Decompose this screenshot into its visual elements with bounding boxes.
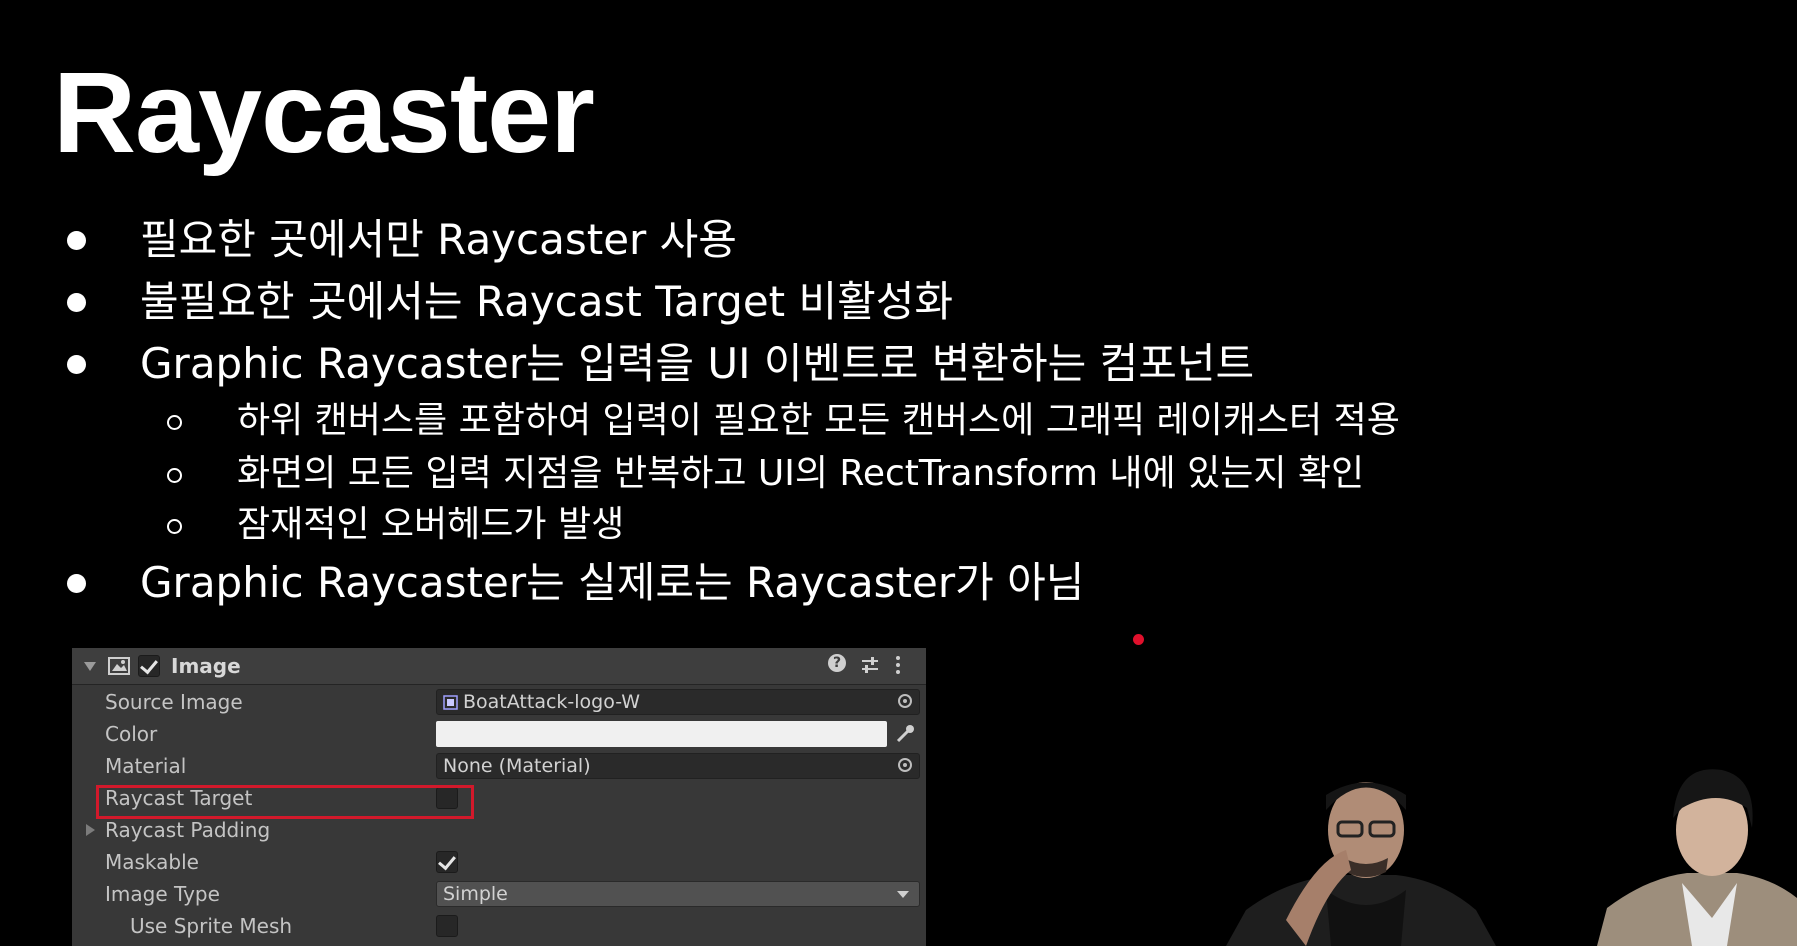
raycast-padding-label: Raycast Padding (105, 818, 271, 842)
bullet-text: 불필요한 곳에서는 Raycast Target 비활성화 (140, 277, 954, 326)
checkmark-icon (438, 851, 456, 871)
component-title: Image (171, 654, 241, 678)
checkmark-icon (140, 655, 158, 675)
help-icon[interactable]: ? (828, 654, 846, 672)
use-sprite-mesh-row: Use Sprite Mesh (72, 910, 926, 942)
use-sprite-mesh-label: Use Sprite Mesh (130, 914, 293, 938)
inspector-image-component: Image ? Source Image BoatAttack-logo-W C… (72, 648, 926, 946)
material-row: Material None (Material) (72, 750, 926, 782)
image-type-value: Simple (443, 883, 508, 905)
foldout-arrow-icon[interactable] (84, 662, 96, 672)
source-image-label: Source Image (105, 690, 243, 714)
bullet-text: Graphic Raycaster는 입력을 UI 이벤트로 변환하는 컴포넌트 (140, 339, 1255, 388)
image-type-row: Image Type Simple (72, 878, 926, 910)
material-value: None (Material) (443, 755, 591, 777)
sub-bullet-text: 하위 캔버스를 포함하여 입력이 필요한 모든 캔버스에 그래픽 레이캐스터 적… (237, 400, 1400, 441)
eyedropper-icon[interactable] (894, 723, 916, 745)
maskable-checkbox[interactable] (436, 851, 458, 873)
source-image-field[interactable]: BoatAttack-logo-W (436, 689, 920, 715)
sprite-icon (443, 695, 458, 710)
more-menu-icon[interactable] (894, 655, 902, 675)
component-enabled-checkbox[interactable] (138, 655, 160, 677)
object-picker-icon[interactable] (898, 694, 912, 708)
sub-bullet-circle-icon (167, 519, 182, 534)
color-label: Color (105, 722, 158, 746)
material-field[interactable]: None (Material) (436, 753, 920, 779)
maskable-row: Maskable (72, 846, 926, 878)
bullet-dot-icon (67, 355, 86, 374)
sub-bullet-circle-icon (167, 415, 182, 430)
laser-pointer-dot (1133, 634, 1144, 645)
bullet-dot-icon (67, 574, 86, 593)
source-image-row: Source Image BoatAttack-logo-W (72, 686, 926, 718)
component-header[interactable]: Image ? (72, 648, 926, 685)
sub-bullet-circle-icon (167, 468, 182, 483)
material-label: Material (105, 754, 187, 778)
sub-bullet-text: 잠재적인 오버헤드가 발생 (237, 504, 625, 545)
bullet-dot-icon (67, 293, 86, 312)
bullet-dot-icon (67, 231, 86, 250)
bullet-text: Graphic Raycaster는 실제로는 Raycaster가 아님 (140, 558, 1085, 607)
chevron-down-icon (897, 891, 909, 898)
image-component-icon (108, 657, 130, 675)
presets-icon[interactable] (860, 655, 880, 675)
object-picker-icon[interactable] (898, 758, 912, 772)
raycast-padding-row[interactable]: Raycast Padding (72, 814, 926, 846)
presenter-right-video (1597, 769, 1797, 946)
image-type-label: Image Type (105, 882, 220, 906)
presenter-left-video (1226, 782, 1496, 946)
source-image-value: BoatAttack-logo-W (463, 691, 641, 713)
foldout-arrow-icon[interactable] (86, 824, 95, 836)
color-swatch[interactable] (436, 721, 887, 747)
color-row: Color (72, 718, 926, 750)
bullet-text: 필요한 곳에서만 Raycaster 사용 (140, 215, 737, 264)
image-type-dropdown[interactable]: Simple (436, 881, 920, 907)
sub-bullet-text: 화면의 모든 입력 지점을 반복하고 UI의 RectTransform 내에 … (237, 453, 1365, 494)
maskable-label: Maskable (105, 850, 199, 874)
use-sprite-mesh-checkbox[interactable] (436, 915, 458, 937)
